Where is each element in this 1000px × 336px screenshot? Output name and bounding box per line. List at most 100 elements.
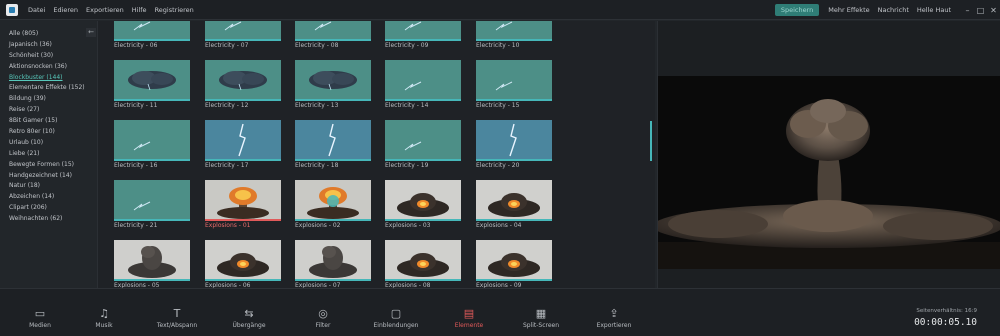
sidebar-category-item[interactable]: Japanisch (36) bbox=[9, 40, 85, 51]
element-tile[interactable]: Electricity - 14 bbox=[385, 60, 461, 109]
element-thumbnail[interactable] bbox=[205, 120, 281, 161]
element-tile[interactable]: Explosions - 06 bbox=[205, 240, 281, 288]
menu-item-datei[interactable]: Datei bbox=[24, 6, 49, 14]
element-tile[interactable]: Electricity - 08 bbox=[295, 21, 371, 49]
element-thumbnail-image bbox=[205, 240, 281, 281]
element-tile[interactable]: Explosions - 01 bbox=[205, 180, 281, 229]
maximize-icon[interactable]: □ bbox=[974, 6, 987, 15]
element-tile[interactable]: Electricity - 09 bbox=[385, 21, 461, 49]
element-tile[interactable]: Electricity - 06 bbox=[114, 21, 190, 49]
element-thumbnail[interactable] bbox=[114, 240, 190, 281]
element-thumbnail[interactable] bbox=[476, 60, 552, 101]
element-thumbnail[interactable] bbox=[295, 60, 371, 101]
element-thumbnail[interactable] bbox=[205, 240, 281, 281]
element-thumbnail[interactable] bbox=[205, 60, 281, 101]
element-thumbnail[interactable] bbox=[476, 180, 552, 221]
element-thumbnail[interactable] bbox=[295, 120, 371, 161]
tab-label: Übergänge bbox=[232, 322, 266, 329]
element-tile[interactable]: Electricity - 15 bbox=[476, 60, 552, 109]
element-thumbnail[interactable] bbox=[476, 21, 552, 41]
sidebar-category-item[interactable]: Natur (18) bbox=[9, 181, 85, 192]
element-thumbnail[interactable] bbox=[205, 21, 281, 41]
tab-filter[interactable]: ◎ Filter bbox=[283, 307, 363, 329]
skin-toggle[interactable]: Helle Haut bbox=[913, 6, 955, 14]
element-thumbnail[interactable] bbox=[385, 120, 461, 161]
tab-einblendungen[interactable]: ▢ Einblendungen bbox=[356, 307, 436, 329]
element-thumbnail[interactable] bbox=[114, 120, 190, 161]
sidebar-category-item[interactable]: Weihnachten (62) bbox=[9, 214, 85, 225]
element-tile[interactable]: Explosions - 04 bbox=[476, 180, 552, 229]
sidebar-category-item[interactable]: Schönheit (30) bbox=[9, 51, 85, 62]
element-tile[interactable]: Explosions - 07 bbox=[295, 240, 371, 288]
element-thumbnail[interactable] bbox=[476, 240, 552, 281]
element-tile[interactable]: Electricity - 12 bbox=[205, 60, 281, 109]
sidebar-category-item[interactable]: Clipart (206) bbox=[9, 203, 85, 214]
element-tile[interactable]: Electricity - 11 bbox=[114, 60, 190, 109]
element-thumbnail[interactable] bbox=[295, 240, 371, 281]
element-thumbnail[interactable] bbox=[476, 120, 552, 161]
sidebar-category-item[interactable]: 8Bit Gamer (15) bbox=[9, 116, 85, 127]
element-thumbnail[interactable] bbox=[295, 21, 371, 41]
element-tile-label: Electricity - 12 bbox=[205, 101, 249, 109]
sidebar-category-item[interactable]: Aktionsnocken (36) bbox=[9, 62, 85, 73]
element-tile[interactable]: Electricity - 20 bbox=[476, 120, 552, 169]
menu-item-registrieren[interactable]: Registrieren bbox=[151, 6, 198, 14]
sidebar-category-item[interactable]: Bildung (39) bbox=[9, 94, 85, 105]
window-controls: – □ ✕ bbox=[961, 6, 1000, 15]
element-thumbnail[interactable] bbox=[114, 180, 190, 221]
element-thumbnail[interactable] bbox=[385, 240, 461, 281]
element-thumbnail[interactable] bbox=[114, 21, 190, 41]
element-tile[interactable]: Electricity - 21 bbox=[114, 180, 190, 229]
element-tile[interactable]: Explosions - 05 bbox=[114, 240, 190, 288]
tab-elemente[interactable]: ▤ Elemente bbox=[429, 307, 509, 329]
element-tile[interactable]: Explosions - 02 bbox=[295, 180, 371, 229]
sidebar-category-item[interactable]: Handgezeichnet (14) bbox=[9, 171, 85, 182]
tab-text-abspann[interactable]: T Text/Abspann bbox=[137, 307, 217, 329]
sidebar-category-item[interactable]: Alle (805) bbox=[9, 29, 85, 40]
tab-label: Elemente bbox=[454, 322, 484, 329]
element-tile[interactable]: Explosions - 08 bbox=[385, 240, 461, 288]
menu-item-hilfe[interactable]: Hilfe bbox=[128, 6, 151, 14]
sidebar-category-item[interactable]: Liebe (21) bbox=[9, 149, 85, 160]
element-tile[interactable]: Explosions - 03 bbox=[385, 180, 461, 229]
element-thumbnail[interactable] bbox=[295, 180, 371, 221]
element-tile[interactable]: Electricity - 07 bbox=[205, 21, 281, 49]
sidebar-category-item[interactable]: Bewegte Formen (15) bbox=[9, 160, 85, 171]
sidebar-category-item[interactable]: Reise (27) bbox=[9, 105, 85, 116]
grid-scrollbar[interactable] bbox=[650, 121, 652, 161]
element-tile[interactable]: Electricity - 17 bbox=[205, 120, 281, 169]
sidebar-category-item[interactable]: Blockbuster (144) bbox=[9, 73, 85, 84]
element-tile[interactable]: Electricity - 13 bbox=[295, 60, 371, 109]
menu-item-edieren[interactable]: Edieren bbox=[49, 6, 82, 14]
minimize-icon[interactable]: – bbox=[961, 6, 974, 15]
more-effects-link[interactable]: Mehr Effekte bbox=[824, 6, 873, 14]
download-icon[interactable] bbox=[295, 180, 371, 221]
message-link[interactable]: Nachricht bbox=[874, 6, 913, 14]
close-icon[interactable]: ✕ bbox=[987, 6, 1000, 15]
element-thumbnail[interactable] bbox=[385, 180, 461, 221]
save-button[interactable]: Speichern bbox=[774, 4, 820, 16]
element-tile[interactable]: Electricity - 10 bbox=[476, 21, 552, 49]
sidebar-category-item[interactable]: Abzeichen (14) bbox=[9, 192, 85, 203]
sidebar-category-item[interactable]: Urlaub (10) bbox=[9, 138, 85, 149]
element-tile[interactable]: Explosions - 09 bbox=[476, 240, 552, 288]
element-thumbnail[interactable] bbox=[385, 21, 461, 41]
sidebar-category-item[interactable]: Elementare Effekte (152) bbox=[9, 83, 85, 94]
element-tile-label: Explosions - 01 bbox=[205, 221, 251, 229]
sidebar-category-item[interactable]: Retro 80er (10) bbox=[9, 127, 85, 138]
collapse-sidebar-icon[interactable]: ← bbox=[86, 28, 96, 37]
tab-musik[interactable]: ♫ Musik bbox=[64, 307, 144, 329]
tab-label: Musik bbox=[95, 322, 113, 329]
element-tile[interactable]: Electricity - 18 bbox=[295, 120, 371, 169]
menu-item-exportieren[interactable]: Exportieren bbox=[82, 6, 128, 14]
element-thumbnail[interactable] bbox=[385, 60, 461, 101]
element-thumbnail[interactable] bbox=[114, 60, 190, 101]
tab--berg-nge[interactable]: ⇆ Übergänge bbox=[209, 307, 289, 329]
element-thumbnail[interactable] bbox=[205, 180, 281, 221]
tab-split-screen[interactable]: ▦ Split-Screen bbox=[501, 307, 581, 329]
music-note-icon: ♫ bbox=[99, 307, 109, 320]
tab-exportieren[interactable]: ⇪ Exportieren bbox=[574, 307, 654, 329]
element-tile[interactable]: Electricity - 19 bbox=[385, 120, 461, 169]
element-tile[interactable]: Electricity - 16 bbox=[114, 120, 190, 169]
tab-label: Text/Abspann bbox=[156, 322, 198, 329]
